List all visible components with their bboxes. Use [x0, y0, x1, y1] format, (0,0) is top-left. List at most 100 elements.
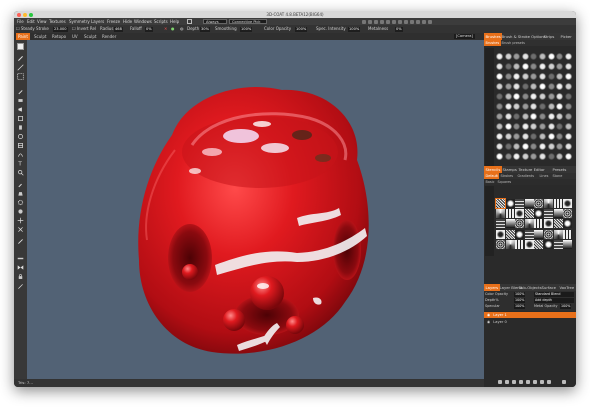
line-icon[interactable] [17, 64, 24, 71]
camera-icon[interactable] [392, 19, 396, 24]
settings-icon[interactable] [410, 19, 414, 24]
menu-windows[interactable]: Windows [134, 18, 152, 25]
color-opacity-value[interactable]: 100% [295, 26, 308, 32]
tab-sculpt-2[interactable]: Sculpt [82, 33, 99, 40]
stencil-thumbnail[interactable] [534, 199, 544, 208]
brush-icon[interactable] [17, 88, 24, 95]
cut-icon[interactable] [17, 226, 24, 233]
butterfly-symmetry-icon[interactable] [17, 264, 24, 271]
brush-thumbnail[interactable] [556, 53, 564, 60]
brush-thumbnail[interactable] [504, 93, 512, 100]
menu-scripts[interactable]: Scripts [154, 18, 168, 25]
brush-thumbnail[interactable] [504, 113, 512, 120]
brush-thumbnail[interactable] [496, 53, 503, 60]
brush-thumbnail[interactable] [547, 93, 555, 100]
brush-thumbnail[interactable] [521, 103, 529, 110]
subtab-brush-presets[interactable]: Brush presets [500, 40, 526, 46]
brush-thumbnail[interactable] [513, 153, 521, 160]
layer-down-icon[interactable] [526, 380, 530, 384]
brush-thumbnail[interactable] [556, 123, 564, 130]
stencil-thumbnail[interactable] [563, 219, 573, 229]
fill-icon[interactable] [362, 19, 366, 24]
brush-thumbnail[interactable] [496, 143, 503, 150]
brush-thumbnail[interactable] [513, 73, 521, 80]
menu-hide[interactable]: Hide [123, 18, 132, 25]
brush-thumbnail[interactable] [530, 63, 538, 70]
stencil-thumbnail[interactable] [505, 209, 515, 219]
brush-thumbnail[interactable] [547, 133, 555, 140]
brush-thumbnail[interactable] [521, 133, 529, 140]
brush-thumbnail[interactable] [564, 83, 572, 90]
depth-mode-select[interactable]: Add depth [534, 298, 574, 303]
brush-thumbnail[interactable] [539, 103, 546, 110]
brush-thumbnail[interactable] [504, 83, 512, 90]
light-icon[interactable] [398, 19, 402, 24]
brush-thumbnail[interactable] [530, 143, 538, 150]
stencil-thumbnail[interactable] [505, 199, 515, 208]
stencil-thumbnail[interactable] [495, 198, 506, 209]
mirror-icon[interactable] [374, 19, 378, 24]
stencil-thumbnail[interactable] [496, 219, 505, 229]
stencil-thumbnail[interactable] [544, 209, 553, 219]
stencil-thumbnail[interactable] [553, 209, 563, 219]
layer-visibility-icon[interactable]: ◉ [487, 313, 490, 317]
stencil-thumbnail[interactable] [524, 239, 534, 249]
brush-thumbnail[interactable] [564, 153, 572, 160]
brush-thumbnail[interactable] [556, 143, 564, 150]
tab-retopo[interactable]: Retopo [50, 33, 68, 40]
ortho-icon[interactable] [428, 19, 432, 24]
depth-value[interactable]: 30% [200, 26, 210, 32]
tab-uv[interactable]: UV [70, 33, 80, 40]
brush-thumbnail[interactable] [564, 143, 572, 150]
brush-thumbnail[interactable] [539, 63, 546, 70]
lock-icon[interactable] [17, 273, 24, 280]
layer-group-icon[interactable] [533, 380, 537, 384]
layer-tool-icon[interactable] [17, 142, 24, 149]
sphere-tool-icon[interactable] [17, 208, 24, 215]
brush-thumbnail[interactable] [530, 113, 538, 120]
workspace-mode-select[interactable]: Always [203, 19, 227, 24]
brush-thumbnail[interactable] [564, 63, 572, 70]
tab-stencils[interactable]: Stencils [484, 166, 502, 173]
stencil-thumbnail[interactable] [515, 229, 525, 239]
brush-thumbnail[interactable] [496, 83, 503, 90]
brush-thumbnail[interactable] [504, 143, 512, 150]
brush-thumbnail[interactable] [556, 133, 564, 140]
tab-sculpt[interactable]: Sculpt [32, 33, 49, 40]
brush-thumbnail[interactable] [539, 83, 546, 90]
brush-thumbnail[interactable] [513, 63, 521, 70]
tab-presets[interactable]: Presets [551, 166, 568, 173]
stencil-thumbnail[interactable] [496, 209, 505, 219]
menu-file[interactable]: File [17, 18, 24, 25]
brush-thumbnail[interactable] [564, 133, 572, 140]
picker-icon[interactable] [17, 181, 24, 188]
brush-thumbnail[interactable] [556, 113, 564, 120]
brush-thumbnail[interactable] [539, 153, 546, 160]
stencil-thumbnail[interactable] [496, 229, 505, 239]
menu-layers[interactable]: Layers [91, 18, 104, 25]
stencil-thumbnail[interactable] [505, 219, 515, 229]
brush-thumbnail[interactable] [547, 103, 555, 110]
connective-pick-select[interactable]: Connective Pick [229, 19, 267, 24]
stencil-thumbnail[interactable] [563, 229, 573, 239]
stencil-thumbnail[interactable] [544, 219, 553, 229]
brush-thumbnail[interactable] [530, 53, 538, 60]
menu-freeze[interactable]: Freeze [107, 18, 120, 25]
brush-thumbnail[interactable] [496, 63, 503, 70]
subtab-basic[interactable]: Basic [484, 179, 496, 185]
tab-picker[interactable]: Picker [559, 33, 573, 40]
tab-strips[interactable]: Strips [542, 33, 556, 40]
stencil-thumbnail[interactable] [534, 229, 544, 239]
magnify-icon[interactable] [17, 169, 24, 176]
smoothing-value[interactable]: 100% [240, 26, 253, 32]
subtab-brushes[interactable]: Brushes [484, 40, 501, 46]
brush-thumbnail[interactable] [496, 113, 503, 120]
brush-thumbnail[interactable] [496, 153, 503, 160]
eraser-icon[interactable] [17, 97, 24, 104]
brush-thumbnail[interactable] [539, 123, 546, 130]
stencil-thumbnail[interactable] [524, 219, 534, 229]
ruler-icon[interactable] [17, 255, 24, 262]
brush-thumbnail[interactable] [513, 53, 521, 60]
menu-symmetry[interactable]: Symmetry [69, 18, 90, 25]
brush-thumbnail[interactable] [547, 83, 555, 90]
